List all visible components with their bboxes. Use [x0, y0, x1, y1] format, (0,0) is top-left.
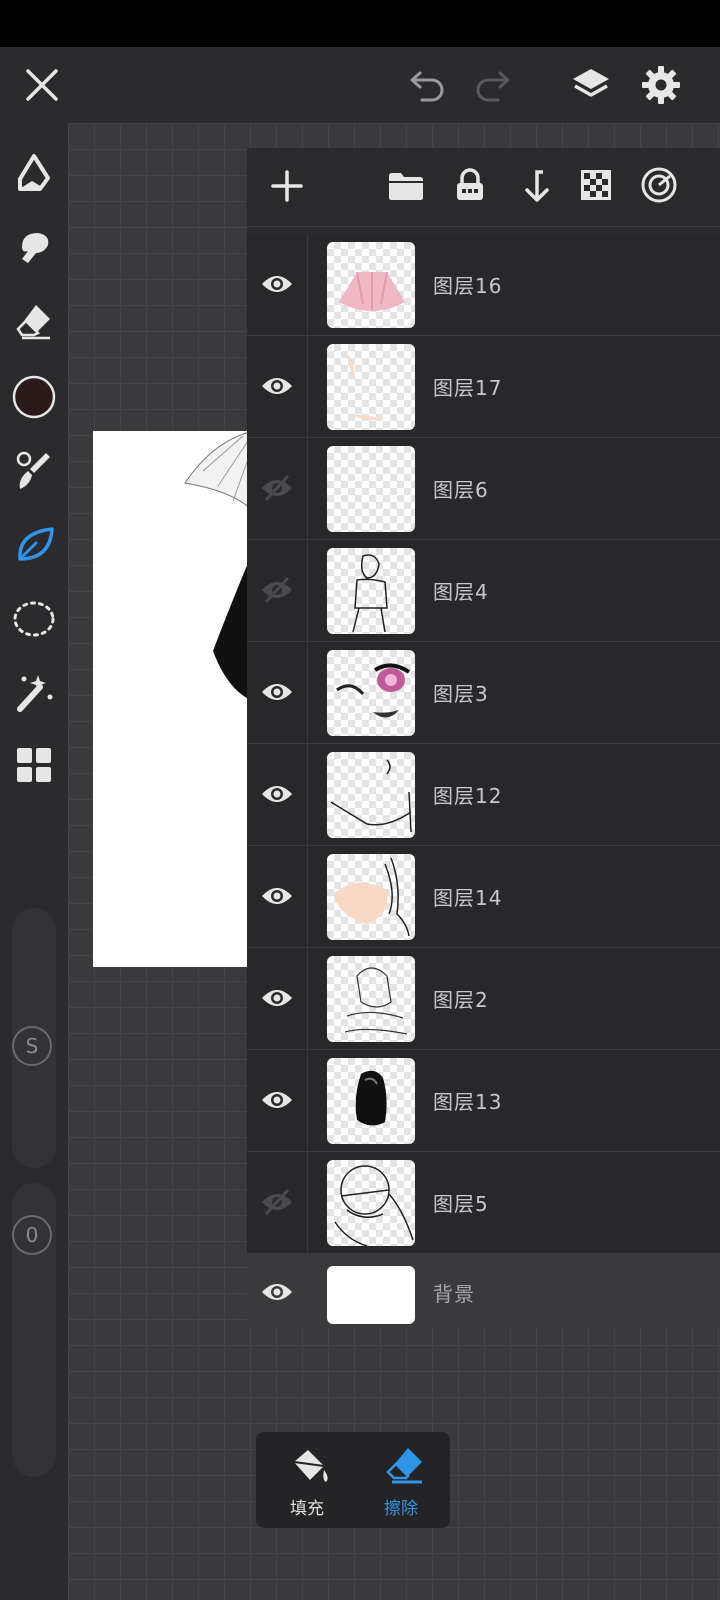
folder-icon[interactable] — [387, 170, 425, 202]
undo-icon[interactable] — [408, 67, 448, 103]
layer-thumbnail — [327, 854, 415, 940]
layer-panel: 图层16 图层17 图层6 图层4 图层3 图层12 图层14 图层2 图层13… — [247, 148, 720, 1328]
layer-name: 图层5 — [433, 1192, 489, 1216]
layer-row[interactable]: 图层6 — [247, 438, 720, 540]
layer-name: 图层2 — [433, 988, 489, 1012]
tool-sidebar: S 0 — [0, 123, 68, 1600]
eye-column — [247, 948, 308, 1049]
hidden-eye-icon[interactable] — [260, 576, 294, 604]
layer-thumbnail — [327, 752, 415, 838]
grid-icon[interactable] — [14, 745, 54, 785]
layer-thumbnail — [327, 548, 415, 634]
visible-eye-icon[interactable] — [260, 1086, 294, 1114]
hidden-eye-icon[interactable] — [260, 474, 294, 502]
lasso-icon[interactable] — [12, 599, 56, 639]
layer-thumbnail — [327, 446, 415, 532]
layer-row[interactable]: 图层14 — [247, 846, 720, 948]
eye-column — [247, 540, 308, 641]
fill-label: 填充 — [290, 1499, 324, 1519]
lock-icon[interactable] — [453, 168, 487, 202]
layer-name: 图层16 — [433, 274, 503, 298]
eye-column — [247, 1254, 308, 1328]
layer-row[interactable]: 图层3 — [247, 642, 720, 744]
visible-eye-icon[interactable] — [260, 882, 294, 910]
pen-nib-icon[interactable] — [14, 153, 54, 193]
layer-name: 图层17 — [433, 376, 503, 400]
visible-eye-icon[interactable] — [260, 270, 294, 298]
eye-column — [247, 642, 308, 743]
fill-button[interactable]: 填充 — [262, 1432, 352, 1528]
layer-name: 图层6 — [433, 478, 489, 502]
layer-thumbnail — [327, 242, 415, 328]
smudge-icon[interactable] — [14, 227, 54, 267]
layer-name: 图层12 — [433, 784, 503, 808]
merge-down-icon[interactable] — [519, 168, 551, 204]
status-bar — [0, 0, 720, 47]
eye-column — [247, 744, 308, 845]
blend-icon[interactable] — [640, 166, 678, 204]
paint-bucket-icon — [288, 1444, 332, 1488]
opacity-badge: 0 — [12, 1215, 52, 1255]
layer-row-selected[interactable]: 背景 — [247, 1254, 720, 1328]
erase-button[interactable]: 擦除 — [356, 1432, 446, 1528]
magic-wand-icon[interactable] — [14, 671, 54, 713]
gear-icon[interactable] — [640, 64, 682, 106]
top-toolbar — [0, 47, 720, 123]
erase-label: 擦除 — [384, 1499, 418, 1519]
layer-thumbnail — [327, 344, 415, 430]
eye-column — [247, 1152, 308, 1253]
layer-row[interactable]: 图层17 — [247, 336, 720, 438]
eye-column — [247, 336, 308, 437]
eye-column — [247, 846, 308, 947]
layer-name: 图层4 — [433, 580, 489, 604]
redo-icon[interactable] — [472, 67, 512, 103]
size-badge: S — [12, 1026, 52, 1066]
layer-thumbnail — [327, 1058, 415, 1144]
visible-eye-icon[interactable] — [260, 372, 294, 400]
close-icon[interactable] — [24, 67, 60, 103]
layer-row[interactable]: 图层4 — [247, 540, 720, 642]
layer-name: 图层14 — [433, 886, 503, 910]
layer-row[interactable]: 图层13 — [247, 1050, 720, 1152]
layer-thumbnail — [327, 1160, 415, 1246]
layer-thumbnail — [327, 1266, 415, 1324]
layer-thumbnail — [327, 956, 415, 1042]
layer-panel-toolbar — [247, 148, 720, 227]
add-layer-icon[interactable] — [269, 168, 305, 204]
eraser-icon[interactable] — [14, 301, 54, 341]
layers-icon[interactable] — [570, 65, 612, 105]
layer-name: 图层13 — [433, 1090, 503, 1114]
visible-eye-icon[interactable] — [260, 780, 294, 808]
layer-thumbnail — [327, 650, 415, 736]
layer-row[interactable]: 图层12 — [247, 744, 720, 846]
eye-column — [247, 234, 308, 335]
visible-eye-icon[interactable] — [260, 678, 294, 706]
layer-row[interactable]: 图层16 — [247, 234, 720, 336]
brush-icon[interactable] — [14, 449, 54, 493]
bottom-action-bar: 填充 擦除 — [256, 1432, 450, 1528]
alpha-lock-icon[interactable] — [579, 168, 613, 202]
visible-eye-icon[interactable] — [260, 1278, 294, 1306]
eye-column — [247, 1050, 308, 1151]
color-swatch[interactable] — [12, 375, 56, 419]
layer-row[interactable]: 图层5 — [247, 1152, 720, 1254]
layer-name: 背景 — [433, 1282, 475, 1306]
layer-row[interactable]: 图层2 — [247, 948, 720, 1050]
eye-column — [247, 438, 308, 539]
leaf-icon[interactable] — [14, 525, 56, 565]
hidden-eye-icon[interactable] — [260, 1188, 294, 1216]
eraser-icon — [382, 1444, 426, 1488]
visible-eye-icon[interactable] — [260, 984, 294, 1012]
layer-name: 图层3 — [433, 682, 489, 706]
